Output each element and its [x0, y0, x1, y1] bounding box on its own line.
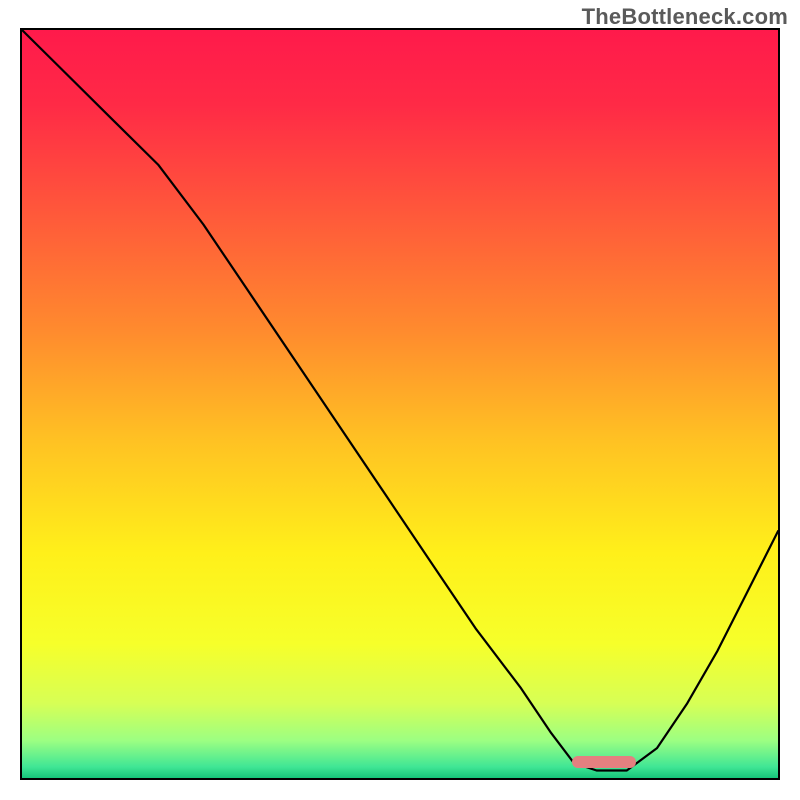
plot-area — [20, 28, 780, 780]
chart-container: TheBottleneck.com — [0, 0, 800, 800]
watermark-text: TheBottleneck.com — [582, 4, 788, 30]
optimum-marker — [572, 756, 636, 768]
chart-svg — [22, 30, 778, 778]
